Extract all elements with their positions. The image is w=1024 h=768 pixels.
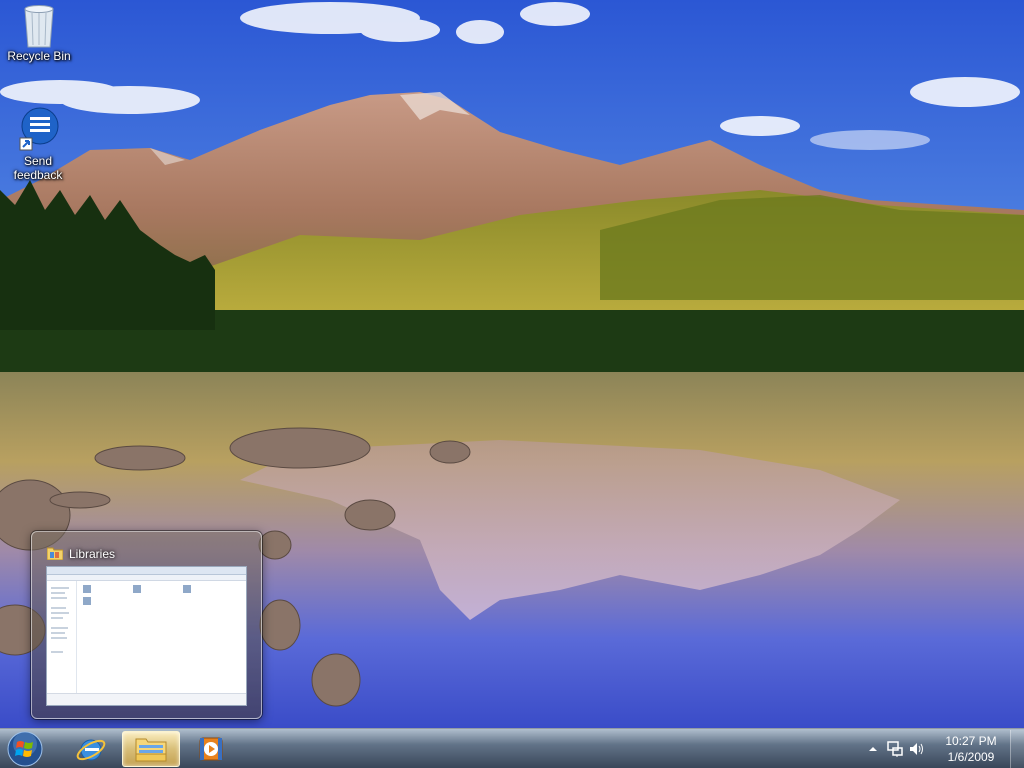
send-feedback-label: Send feedback	[13, 154, 63, 182]
taskbar-clock[interactable]: 10:27 PM 1/6/2009	[934, 733, 1008, 765]
desktop-icon-recycle-bin[interactable]: Recycle Bin	[1, 1, 77, 63]
network-icon[interactable]	[884, 738, 906, 760]
send-feedback-icon	[14, 106, 62, 154]
taskbar-button-windows-explorer[interactable]	[122, 731, 180, 767]
internet-explorer-icon	[76, 739, 106, 761]
show-desktop-button[interactable]	[1010, 730, 1024, 768]
thumbnail-title-text: Libraries	[69, 547, 116, 561]
libraries-folder-icon	[46, 545, 64, 564]
taskbar-thumbnail-preview[interactable]: Libraries	[31, 531, 262, 719]
windows-explorer-icon	[135, 738, 167, 762]
taskbar: 10:27 PM 1/6/2009	[0, 728, 1024, 768]
show-hidden-icons-chevron-icon[interactable]	[862, 738, 884, 760]
recycle-bin-label: Recycle Bin	[7, 49, 71, 63]
taskbar-button-internet-explorer[interactable]	[62, 731, 120, 767]
thumbnail-title: Libraries	[46, 544, 116, 564]
recycle-bin-icon	[15, 1, 63, 49]
media-player-icon	[199, 737, 223, 761]
volume-icon[interactable]	[906, 738, 928, 760]
windows-orb-icon	[7, 731, 43, 767]
desktop-icon-send-feedback[interactable]: Send feedback	[0, 106, 76, 182]
start-button[interactable]	[4, 730, 48, 768]
clock-date: 1/6/2009	[947, 750, 995, 764]
thumbnail-window-image	[46, 566, 247, 706]
taskbar-button-media-player[interactable]	[182, 731, 240, 767]
notification-area: 10:27 PM 1/6/2009	[862, 729, 1024, 768]
clock-time: 10:27 PM	[945, 734, 997, 748]
